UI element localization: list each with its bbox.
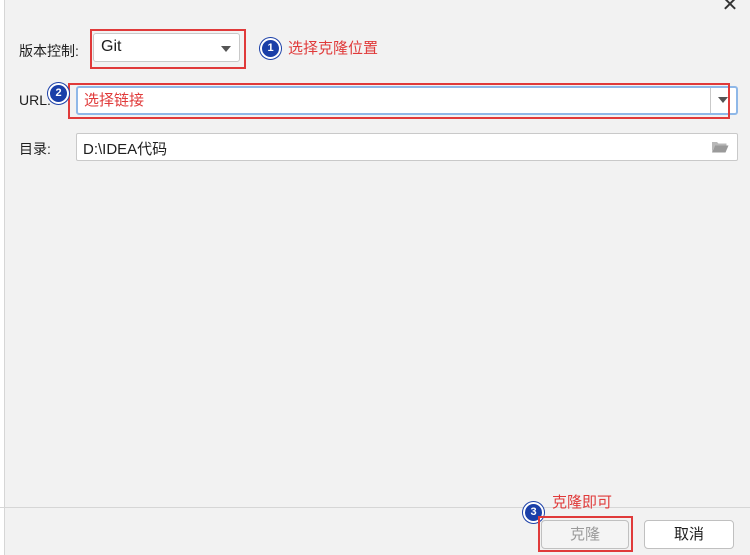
left-edge bbox=[0, 0, 5, 555]
url-label: URL: bbox=[19, 92, 51, 108]
folder-open-icon[interactable] bbox=[711, 140, 729, 153]
cancel-button[interactable]: 取消 bbox=[644, 520, 734, 549]
step-badge-2: 2 bbox=[48, 83, 69, 104]
close-button[interactable]: ✕ bbox=[716, 0, 744, 16]
directory-value: D:\IDEA代码 bbox=[83, 141, 168, 158]
annotation-box-2 bbox=[68, 83, 730, 119]
directory-label: 目录: bbox=[19, 141, 51, 157]
footer-divider bbox=[0, 507, 750, 508]
vcs-label: 版本控制: bbox=[19, 43, 79, 59]
directory-input[interactable] bbox=[76, 133, 738, 161]
annotation-text-2: 选择链接 bbox=[84, 91, 145, 109]
close-icon: ✕ bbox=[721, 0, 739, 16]
annotation-text-1: 选择克隆位置 bbox=[288, 39, 379, 57]
annotation-box-3 bbox=[538, 516, 633, 552]
annotation-text-3: 克隆即可 bbox=[552, 493, 613, 511]
annotation-box-1 bbox=[90, 29, 246, 69]
step-badge-1: 1 bbox=[260, 38, 281, 59]
